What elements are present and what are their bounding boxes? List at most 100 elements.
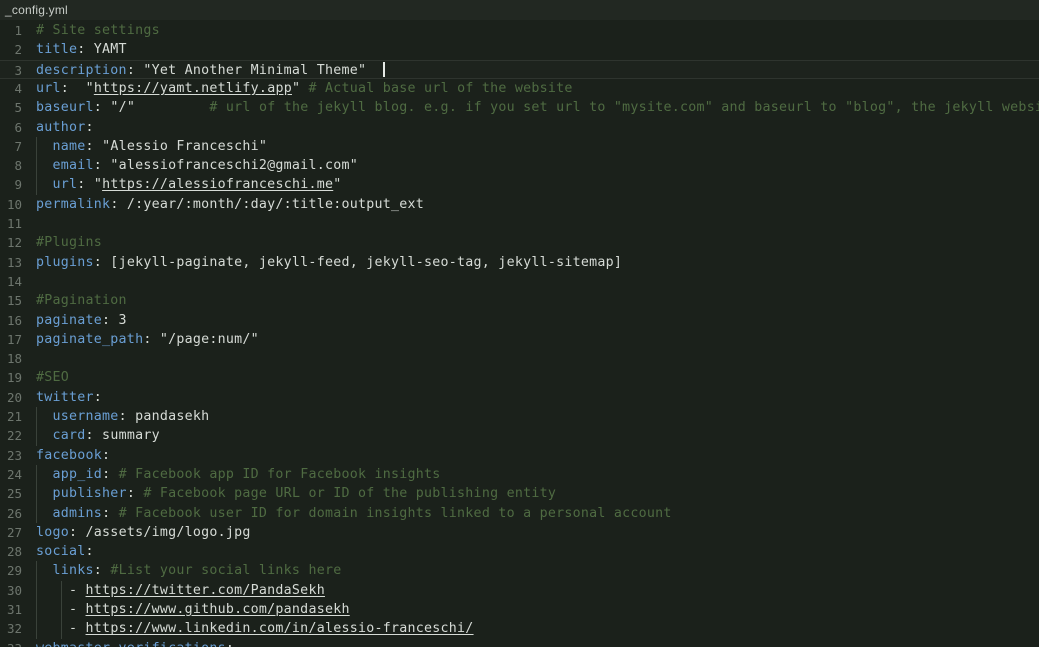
code-line[interactable]: 11: [0, 214, 1039, 233]
line-number: 29: [6, 563, 22, 579]
code-line[interactable]: 17 paginate_path: "/page:num/": [0, 330, 1039, 349]
line-content[interactable]: # Site settings: [36, 21, 160, 40]
line-content[interactable]: email: "alessiofranceschi2@gmail.com": [36, 156, 358, 175]
line-number: 32: [6, 621, 22, 637]
code-line[interactable]: 22 card: summary: [0, 426, 1039, 445]
code-line[interactable]: 12 #Plugins: [0, 233, 1039, 252]
line-number: 9: [14, 177, 22, 193]
code-line[interactable]: 4 url: "https://yamt.netlify.app" # Actua…: [0, 79, 1039, 98]
code-line[interactable]: 2 title: YAMT: [0, 40, 1039, 59]
line-content[interactable]: username: pandasekh: [36, 407, 210, 426]
token-link[interactable]: https://www.github.com/pandasekh: [86, 602, 350, 617]
token-plain: :: [60, 80, 86, 96]
code-line[interactable]: 28 social:: [0, 542, 1039, 561]
token-key: social: [36, 544, 86, 560]
code-line[interactable]: 13 plugins: [jekyll-paginate, jekyll-feed…: [0, 253, 1039, 272]
line-content[interactable]: app_id: # Facebook app ID for Facebook i…: [36, 465, 441, 484]
token-plain: :: [126, 62, 144, 78]
line-content[interactable]: url: "https://yamt.netlify.app" # Actual…: [36, 79, 573, 98]
line-content[interactable]: - https://www.github.com/pandasekh: [36, 600, 350, 619]
code-line[interactable]: 25 publisher: # Facebook page URL or ID …: [0, 484, 1039, 503]
line-content[interactable]: publisher: # Facebook page URL or ID of …: [36, 484, 556, 503]
line-content[interactable]: author:: [36, 118, 94, 137]
line-content[interactable]: url: "https://alessiofranceschi.me": [36, 175, 342, 194]
token-key: links: [52, 563, 94, 579]
line-content[interactable]: permalink: /:year/:month/:day/:title:out…: [36, 195, 424, 214]
code-area[interactable]: 1 # Site settings 2 title: YAMT 3 description…: [0, 20, 1039, 647]
token-comment: # Facebook page URL or ID of the publish…: [143, 486, 557, 502]
code-line[interactable]: 8 email: "alessiofranceschi2@gmail.com": [0, 156, 1039, 175]
line-number: 15: [6, 293, 22, 309]
line-content[interactable]: #Pagination: [36, 291, 127, 310]
line-number: 2: [14, 42, 22, 58]
line-content[interactable]: links: #List your social links here: [36, 561, 342, 580]
line-content[interactable]: card: summary: [36, 426, 160, 445]
token-key: publisher: [52, 486, 127, 502]
token-string: ": [291, 80, 309, 96]
line-content[interactable]: #SEO: [36, 368, 69, 387]
line-content[interactable]: paginate_path: "/page:num/": [36, 330, 259, 349]
line-content[interactable]: twitter:: [36, 388, 102, 407]
token-plain: :: [85, 119, 94, 135]
token-comment: # Site settings: [36, 23, 160, 38]
code-line[interactable]: 21 username: pandasekh: [0, 407, 1039, 426]
code-line[interactable]: 23 facebook:: [0, 446, 1039, 465]
code-line[interactable]: 20 twitter:: [0, 388, 1039, 407]
token-link[interactable]: https://yamt.netlify.app: [94, 81, 292, 96]
code-line[interactable]: 27 logo: /assets/img/logo.jpg: [0, 523, 1039, 542]
line-content[interactable]: plugins: [jekyll-paginate, jekyll-feed, …: [36, 253, 622, 272]
code-line[interactable]: 15 #Pagination: [0, 291, 1039, 310]
code-line[interactable]: 18: [0, 349, 1039, 368]
line-number: 6: [14, 119, 22, 135]
line-content[interactable]: #Plugins: [36, 233, 102, 252]
code-line[interactable]: 33 webmaster_verifications:: [0, 639, 1039, 647]
code-line[interactable]: 29 links: #List your social links here: [0, 561, 1039, 580]
line-content[interactable]: baseurl: "/" # url of the jekyll blog. e…: [36, 98, 1039, 117]
line-content[interactable]: name: "Alessio Franceschi": [36, 137, 267, 156]
token-link[interactable]: https://www.linkedin.com/in/alessio-fran…: [86, 621, 474, 636]
line-content[interactable]: social:: [36, 542, 94, 561]
code-line[interactable]: 14: [0, 272, 1039, 291]
code-line[interactable]: 30 - https://twitter.com/PandaSekh: [0, 581, 1039, 600]
code-line[interactable]: 9 url: "https://alessiofranceschi.me": [0, 175, 1039, 194]
line-content[interactable]: - https://twitter.com/PandaSekh: [36, 581, 325, 600]
code-line[interactable]: 26 admins: # Facebook user ID for domain…: [0, 504, 1039, 523]
token-key: card: [52, 428, 86, 444]
code-line[interactable]: 10 permalink: /:year/:month/:day/:title:o…: [0, 195, 1039, 214]
code-line[interactable]: 19 #SEO: [0, 368, 1039, 387]
code-line[interactable]: 31 - https://www.github.com/pandasekh: [0, 600, 1039, 619]
token-key: permalink: [36, 196, 111, 212]
token-key: email: [52, 158, 94, 174]
line-content[interactable]: facebook:: [36, 446, 110, 465]
code-line[interactable]: 1 # Site settings: [0, 21, 1039, 40]
code-line[interactable]: 32 - https://www.linkedin.com/in/alessio…: [0, 619, 1039, 638]
line-content[interactable]: description: "Yet Another Minimal Theme": [36, 61, 366, 80]
token-key: admins: [52, 505, 103, 521]
line-content[interactable]: title: YAMT: [36, 40, 127, 59]
token-link[interactable]: https://twitter.com/PandaSekh: [86, 583, 325, 598]
code-line[interactable]: 5 baseurl: "/" # url of the jekyll blog. …: [0, 98, 1039, 117]
token-link[interactable]: https://alessiofranceschi.me: [102, 177, 333, 192]
line-content[interactable]: logo: /assets/img/logo.jpg: [36, 523, 251, 542]
token-key: url: [52, 177, 78, 193]
open-file-name[interactable]: _config.yml: [0, 3, 68, 17]
line-number: 10: [6, 196, 22, 212]
code-line[interactable]: 3 description: "Yet Another Minimal Theme…: [0, 59, 1039, 80]
token-key: webmaster_verifications: [36, 641, 226, 647]
code-line[interactable]: 24 app_id: # Facebook app ID for Faceboo…: [0, 465, 1039, 484]
line-content[interactable]: admins: # Facebook user ID for domain in…: [36, 504, 672, 523]
line-content[interactable]: webmaster_verifications:: [36, 639, 234, 647]
token-key: baseurl: [36, 100, 94, 116]
code-line[interactable]: 7 name: "Alessio Franceschi": [0, 137, 1039, 156]
line-number: 25: [6, 486, 22, 502]
code-line[interactable]: 6 author:: [0, 118, 1039, 137]
text-caret: [383, 61, 386, 77]
line-content[interactable]: - https://www.linkedin.com/in/alessio-fr…: [36, 619, 474, 638]
code-line[interactable]: 16 paginate: 3: [0, 311, 1039, 330]
line-content[interactable]: paginate: 3: [36, 311, 127, 330]
